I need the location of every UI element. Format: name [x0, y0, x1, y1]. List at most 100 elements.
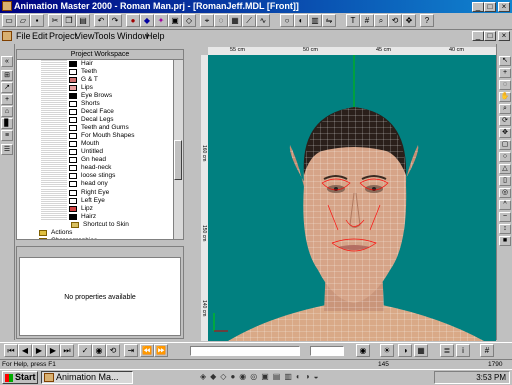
- group-icon[interactable]: ▦: [228, 14, 242, 27]
- tree-item[interactable]: Shorts: [17, 100, 173, 109]
- record-icon[interactable]: ◉: [92, 344, 106, 357]
- material-icon[interactable]: ●: [126, 14, 140, 27]
- close-button[interactable]: ×: [498, 2, 510, 12]
- tree-item[interactable]: Decal Face: [17, 108, 173, 117]
- circle-icon[interactable]: ○: [499, 152, 511, 162]
- child-restore-button[interactable]: □: [484, 31, 496, 41]
- torus-icon[interactable]: ◎: [499, 188, 511, 198]
- tree-item-choreographies[interactable]: Choreographies: [17, 237, 173, 239]
- arrow-icon[interactable]: ↗: [1, 82, 13, 93]
- add-point-icon[interactable]: +: [499, 68, 511, 78]
- tree-item[interactable]: Teeth: [17, 68, 173, 77]
- redo-icon[interactable]: ↷: [108, 14, 122, 27]
- wire-icon[interactable]: ▦: [414, 344, 428, 357]
- workspace-scrollbar[interactable]: [173, 60, 183, 239]
- menu-file[interactable]: File: [16, 31, 31, 41]
- zoom-in-icon[interactable]: ⌕: [499, 104, 511, 114]
- options-icon[interactable]: ≣: [440, 344, 454, 357]
- tree-item-actions[interactable]: Actions: [17, 229, 173, 237]
- menu-tools[interactable]: Tools: [94, 31, 115, 41]
- key-icon[interactable]: ✓: [78, 344, 92, 357]
- prev-key-icon[interactable]: ◀: [18, 344, 32, 357]
- loop-icon[interactable]: ⟲: [106, 344, 120, 357]
- collapse-icon[interactable]: «: [1, 56, 13, 67]
- tree-item[interactable]: G & T: [17, 76, 173, 85]
- start-button[interactable]: Start: [2, 371, 38, 384]
- lathe-icon[interactable]: ◐: [294, 14, 308, 27]
- pointer-icon[interactable]: ↖: [499, 56, 511, 66]
- tree-item[interactable]: Hair: [17, 60, 173, 68]
- snap-icon[interactable]: #: [480, 344, 494, 357]
- tree-item[interactable]: Teeth and Gums: [17, 124, 173, 133]
- maximize-button[interactable]: □: [484, 2, 496, 12]
- next-key-icon[interactable]: ▶: [46, 344, 60, 357]
- timeline-icon[interactable]: ≡: [1, 130, 13, 141]
- box-icon[interactable]: ▢: [499, 140, 511, 150]
- help-icon[interactable]: ?: [420, 14, 434, 27]
- tree-item[interactable]: loose stings: [17, 172, 173, 181]
- spline-icon[interactable]: ∿: [256, 14, 270, 27]
- menu-view[interactable]: View: [75, 31, 94, 41]
- rotate-icon[interactable]: ⟳: [499, 116, 511, 126]
- menu-help[interactable]: Help: [146, 31, 165, 41]
- tree-item[interactable]: Eye Brows: [17, 92, 173, 101]
- cylinder-icon[interactable]: ▯: [499, 176, 511, 186]
- text-icon[interactable]: T: [346, 14, 360, 27]
- taskbar-item-animation-master[interactable]: Animation Ma...: [41, 371, 133, 384]
- tree-item[interactable]: For Mouth Shapes: [17, 132, 173, 141]
- grid-icon[interactable]: #: [360, 14, 374, 27]
- smooth-icon[interactable]: ~: [499, 212, 511, 222]
- lighting-icon[interactable]: ✦: [154, 14, 168, 27]
- save-icon[interactable]: ▪: [30, 14, 44, 27]
- child-minimize-button[interactable]: _: [472, 31, 484, 41]
- first-frame-icon[interactable]: ⏮: [4, 344, 18, 357]
- front-viewport[interactable]: 55 cm 50 cm 45 cm 40 cm 160 cm 150 cm 14…: [201, 41, 496, 341]
- sphere-icon[interactable]: ○: [280, 14, 294, 27]
- select-icon[interactable]: ⌖: [200, 14, 214, 27]
- frame-field[interactable]: [310, 346, 344, 356]
- tree-item[interactable]: Lipz: [17, 204, 173, 213]
- model-icon[interactable]: ◇: [182, 14, 196, 27]
- render-icon[interactable]: ◆: [140, 14, 154, 27]
- paste-icon[interactable]: ▤: [76, 14, 90, 27]
- light-icon[interactable]: ☀: [380, 344, 394, 357]
- extrude-icon[interactable]: ▥: [308, 14, 322, 27]
- document-icon[interactable]: [2, 31, 12, 41]
- tree-item[interactable]: head-neck: [17, 164, 173, 173]
- child-close-button[interactable]: ×: [498, 31, 510, 41]
- last-frame-icon[interactable]: ⏭: [60, 344, 74, 357]
- hand-icon[interactable]: ✋: [499, 92, 511, 102]
- menu-project[interactable]: Project: [49, 31, 77, 41]
- peak-icon[interactable]: ^: [499, 200, 511, 210]
- scrollbar-thumb[interactable]: [174, 140, 182, 180]
- add-icon[interactable]: +: [1, 94, 13, 105]
- tree-icon[interactable]: ⊞: [1, 70, 13, 81]
- tree-item[interactable]: Gn head: [17, 156, 173, 165]
- lock-icon[interactable]: ⌂: [1, 106, 13, 117]
- tree-item[interactable]: Decal Legs: [17, 116, 173, 125]
- lasso-select-icon[interactable]: ◌: [499, 80, 511, 90]
- turn-icon[interactable]: ⟲: [388, 14, 402, 27]
- tree-item[interactable]: Mouth: [17, 140, 173, 149]
- mirror-icon[interactable]: ⇋: [322, 14, 336, 27]
- shade-icon[interactable]: ◑: [398, 344, 412, 357]
- tree-item[interactable]: Untitled: [17, 148, 173, 157]
- fill-icon[interactable]: ■: [499, 236, 511, 246]
- tree-item[interactable]: head ony: [17, 180, 173, 189]
- model-canvas[interactable]: [208, 55, 496, 341]
- new-icon[interactable]: ▭: [2, 14, 16, 27]
- minimize-button[interactable]: _: [472, 2, 484, 12]
- cone-icon[interactable]: △: [499, 164, 511, 174]
- menu-edit[interactable]: Edit: [32, 31, 48, 41]
- time-slider[interactable]: [190, 346, 300, 356]
- copy-icon[interactable]: ❐: [62, 14, 76, 27]
- eye-icon[interactable]: ◉: [356, 344, 370, 357]
- rewind-icon[interactable]: ⏪: [140, 344, 154, 357]
- list-icon[interactable]: ☰: [1, 144, 13, 155]
- menu-window[interactable]: Window: [117, 31, 149, 41]
- flip-icon[interactable]: ↕: [499, 224, 511, 234]
- tree-item-shortcut[interactable]: Shortcut to Skin: [17, 221, 173, 229]
- tree-item[interactable]: Left Eye: [17, 196, 173, 205]
- camera-icon[interactable]: ▣: [168, 14, 182, 27]
- play-icon[interactable]: ▶: [32, 344, 46, 357]
